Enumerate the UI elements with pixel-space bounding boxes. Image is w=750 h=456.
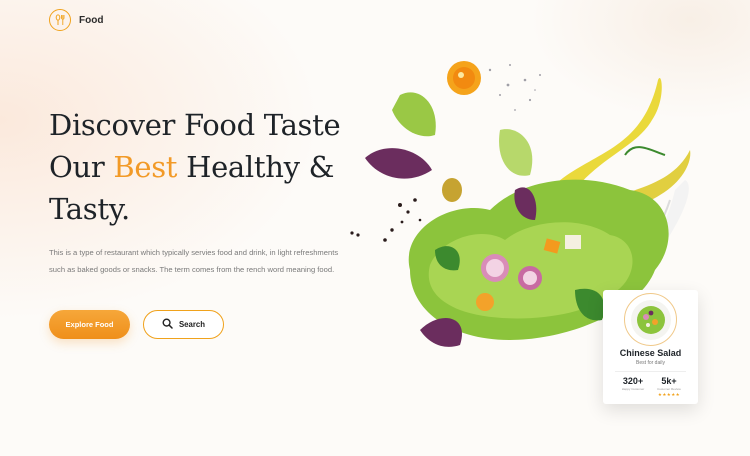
headline-line-1: Discover Food Taste	[49, 108, 341, 142]
card-divider	[615, 371, 686, 372]
fork-spoon-icon	[49, 9, 71, 31]
search-icon	[162, 318, 173, 331]
stat-label: Happy Customer	[621, 387, 645, 391]
search-button[interactable]: Search	[143, 310, 224, 339]
stat-value: 5k+	[661, 376, 677, 386]
brand-name: Food	[79, 14, 104, 26]
headline-line-2-prefix: Our	[49, 150, 114, 184]
headline-line-3: Tasty.	[49, 192, 130, 226]
hero-headline: Discover Food Taste Our Best Healthy & T…	[49, 104, 369, 230]
stat-happy-customers: 320+ Happy Customer	[617, 376, 649, 391]
stat-label: Customer Review	[657, 387, 681, 391]
dish-card[interactable]: Chinese Salad Best for daily 320+ Happy …	[603, 290, 698, 404]
brand-logo[interactable]: Food	[49, 9, 103, 31]
stat-value: 320+	[622, 376, 644, 386]
hero-description: This is a type of restaurant which typic…	[49, 248, 339, 274]
dish-title: Chinese Salad	[619, 348, 682, 358]
stat-reviews: 5k+ Customer Review ★★★★★	[653, 376, 685, 398]
search-button-label: Search	[178, 320, 205, 329]
salad-thumbnail	[624, 293, 677, 346]
dish-subtitle: Best for daily	[636, 360, 665, 366]
headline-line-2-suffix: Healthy &	[177, 150, 335, 184]
explore-food-button[interactable]: Explore Food	[49, 310, 130, 339]
hero-section: Discover Food Taste Our Best Healthy & T…	[49, 104, 369, 230]
rating-stars-icon: ★★★★★	[657, 392, 681, 397]
headline-accent: Best	[113, 150, 178, 184]
